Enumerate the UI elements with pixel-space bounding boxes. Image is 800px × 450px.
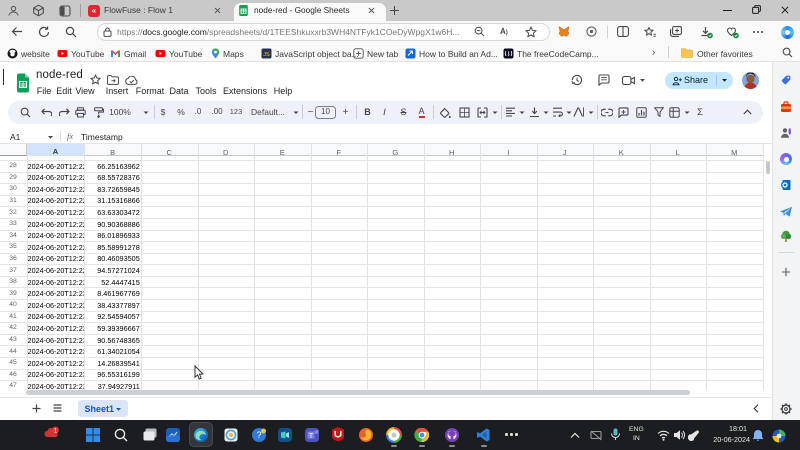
svg-text:?: ? — [256, 430, 261, 440]
svg-text:T: T — [308, 432, 313, 439]
svg-text:JS: JS — [263, 52, 270, 58]
